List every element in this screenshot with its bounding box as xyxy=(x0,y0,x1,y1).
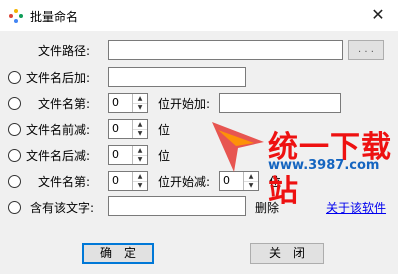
watermark-url: www.3987.com xyxy=(268,158,380,173)
app-icon xyxy=(9,9,23,23)
spin-down-icon[interactable]: ▼ xyxy=(133,181,147,190)
insert-mid-label: 位开始加: xyxy=(158,97,211,111)
contains-label: 含有该文字: xyxy=(30,201,95,215)
close-button[interactable]: 关 闭 xyxy=(250,243,324,264)
spin-down-icon[interactable]: ▼ xyxy=(244,181,258,190)
cut-position-value: 0 xyxy=(112,174,119,187)
trim-front-label: 文件名前减: xyxy=(26,123,91,137)
radio-add-suffix[interactable] xyxy=(8,71,21,84)
insert-text-input[interactable] xyxy=(219,93,341,113)
trim-back-value: 0 xyxy=(112,148,119,161)
radio-contains[interactable] xyxy=(8,201,21,214)
trim-front-value: 0 xyxy=(112,122,119,135)
trim-back-unit: 位 xyxy=(158,149,171,163)
cut-label: 文件名第: xyxy=(38,175,91,189)
radio-cut[interactable] xyxy=(8,175,21,188)
ok-button[interactable]: 确 定 xyxy=(82,243,154,264)
contains-input[interactable] xyxy=(108,196,246,216)
browse-button[interactable]: . . . xyxy=(348,40,384,60)
insert-label: 文件名第: xyxy=(38,97,91,111)
batch-rename-window: 批量命名 ✕ 文件路径: . . . 文件名后加: 文件名第: 0 ▲ ▼ 位开始… xyxy=(0,0,398,274)
insert-position-stepper[interactable]: 0 ▲ ▼ xyxy=(108,93,148,113)
trim-back-label: 文件名后减: xyxy=(26,149,91,163)
path-input[interactable] xyxy=(108,40,343,60)
path-label: 文件路径: xyxy=(38,44,91,58)
add-suffix-input[interactable] xyxy=(108,67,246,87)
close-icon[interactable]: ✕ xyxy=(368,5,388,25)
radio-trim-front[interactable] xyxy=(8,123,21,136)
radio-trim-back[interactable] xyxy=(8,149,21,162)
spin-down-icon[interactable]: ▼ xyxy=(133,103,147,112)
radio-insert[interactable] xyxy=(8,97,21,110)
watermark-logo-icon xyxy=(212,122,264,172)
window-title: 批量命名 xyxy=(30,10,79,24)
add-suffix-label: 文件名后加: xyxy=(26,71,91,85)
spin-down-icon[interactable]: ▼ xyxy=(133,129,147,138)
spin-down-icon[interactable]: ▼ xyxy=(133,155,147,164)
trim-front-unit: 位 xyxy=(158,123,171,137)
trim-front-stepper[interactable]: 0 ▲ ▼ xyxy=(108,119,148,139)
cut-position-stepper[interactable]: 0 ▲ ▼ xyxy=(108,171,148,191)
title-bar: 批量命名 ✕ xyxy=(0,0,398,31)
cut-mid-label: 位开始减: xyxy=(158,175,211,189)
insert-position-value: 0 xyxy=(112,96,119,109)
trim-back-stepper[interactable]: 0 ▲ ▼ xyxy=(108,145,148,165)
